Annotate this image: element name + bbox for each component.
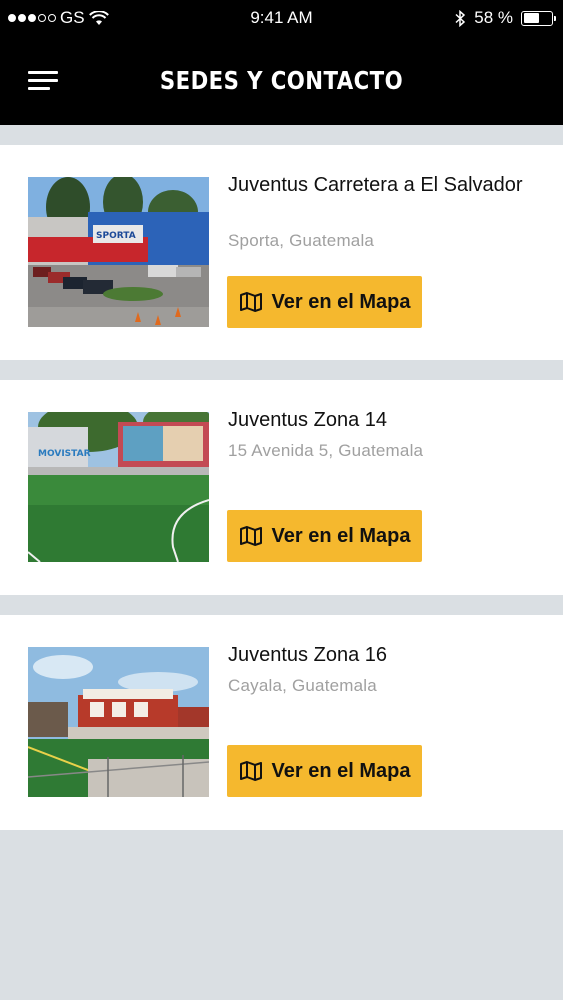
location-card-3: Juventus Zona 16 Cayala, Guatemala Ver e… [0, 615, 563, 830]
map-icon [239, 292, 262, 312]
page-title: SEDES Y CONTACTO [159, 66, 404, 95]
location-card-2: MOVISTAR Juventus Zona 14 15 Avenida 5, … [0, 380, 563, 595]
location-subtitle: 15 Avenida 5, Guatemala [228, 441, 424, 460]
battery-icon [521, 10, 556, 26]
map-icon [239, 526, 262, 546]
photo-sign-text: MOVISTAR [38, 449, 91, 459]
location-subtitle: Sporta, Guatemala [228, 231, 375, 250]
view-map-button-2[interactable]: Ver en el Mapa [227, 510, 422, 562]
battery-percent: 58 % [474, 8, 513, 27]
location-title: Juventus Carretera a El Salvador [228, 174, 523, 196]
status-bar-right: 58 % [455, 8, 556, 28]
view-map-button-3[interactable]: Ver en el Mapa [227, 745, 422, 797]
status-bar: GS 9:41 AM 58 % [0, 0, 563, 36]
photo-sign-text: SPORTA [96, 231, 136, 241]
location-photo: SPORTA [28, 177, 209, 327]
map-icon [239, 761, 262, 781]
nav-bar: SEDES Y CONTACTO [0, 36, 563, 125]
view-map-button-1[interactable]: Ver en el Mapa [227, 276, 422, 328]
location-photo: MOVISTAR [28, 412, 209, 562]
battery-fill [523, 13, 540, 23]
bluetooth-icon [455, 9, 466, 27]
location-title: Juventus Zona 14 [228, 409, 387, 431]
location-title: Juventus Zona 16 [228, 644, 387, 666]
view-map-label: Ver en el Mapa [271, 290, 411, 313]
location-photo [28, 647, 209, 797]
view-map-label: Ver en el Mapa [271, 524, 411, 547]
view-map-label: Ver en el Mapa [271, 759, 411, 782]
location-card-1: SPORTA Juventus Carretera a El Salvador … [0, 145, 563, 360]
location-subtitle: Cayala, Guatemala [228, 676, 377, 695]
